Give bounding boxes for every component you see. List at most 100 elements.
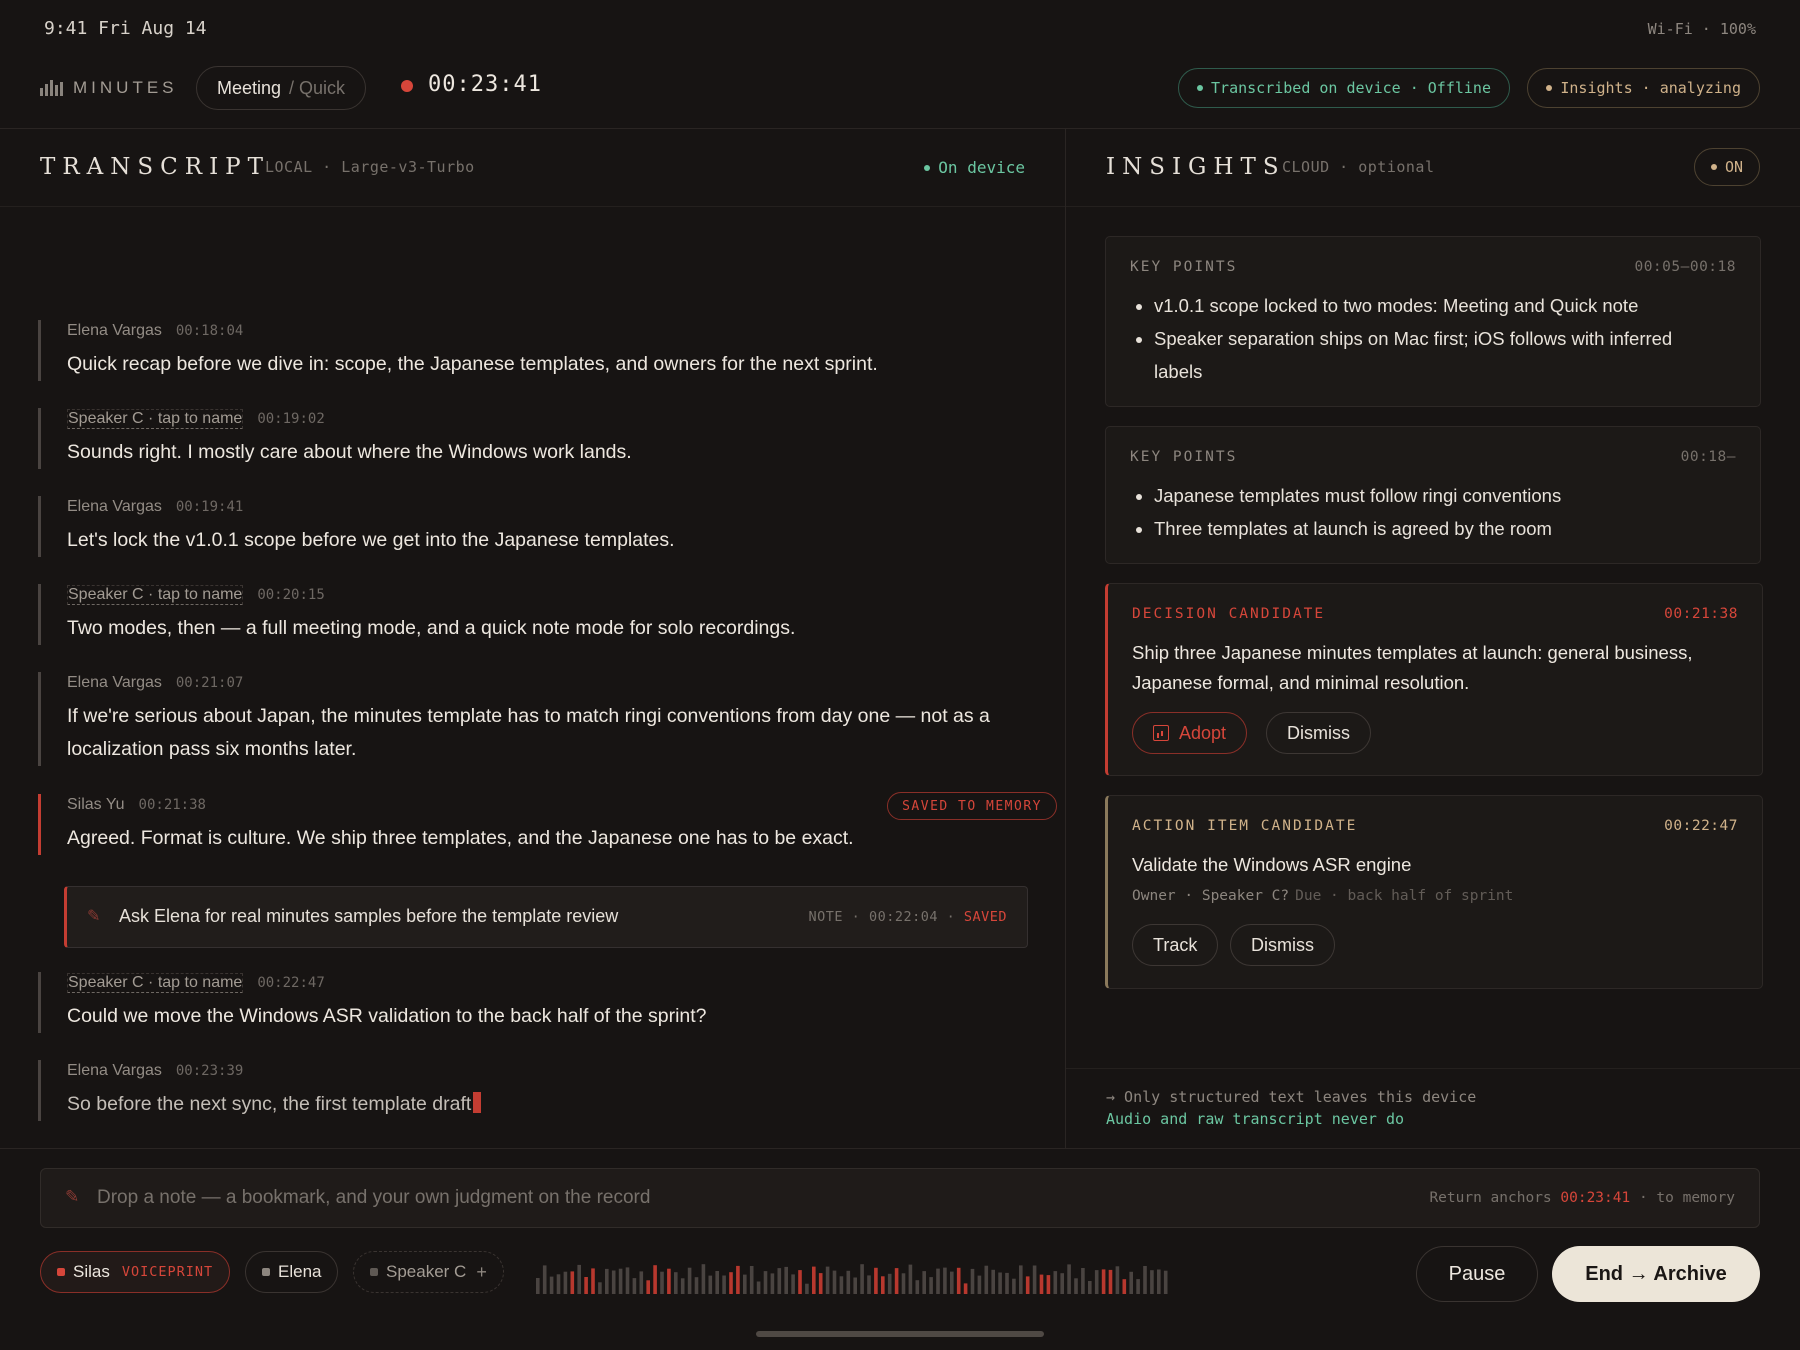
transcript-utterance[interactable]: Elena Vargas 00:18:04 Quick recap before … — [38, 320, 1057, 381]
transcript-utterance[interactable]: Speaker C · tap to name 00:22:47 Could we… — [38, 972, 1057, 1033]
end-archive-button[interactable]: End → Archive — [1552, 1246, 1760, 1302]
add-speaker-icon[interactable]: + — [476, 1262, 487, 1283]
live-utterance-text: So before the next sync, the first templ… — [67, 1088, 1057, 1121]
transcript-title: TRANSCRIPT — [40, 154, 270, 180]
waveform-bar — [722, 1275, 726, 1294]
unnamed-speaker-label[interactable]: Speaker C · tap to name — [67, 973, 244, 993]
insights-mode: CLOUD · optional — [1282, 158, 1435, 176]
waveform-bar — [1150, 1270, 1154, 1294]
key-point: Japanese templates must follow ringi con… — [1154, 479, 1720, 512]
waveform-bar — [894, 1268, 899, 1294]
waveform-bar — [639, 1271, 644, 1294]
waveform-bar — [818, 1273, 823, 1294]
waveform-bar — [680, 1278, 685, 1294]
waveform-bar — [549, 1276, 554, 1294]
utterance-text: Quick recap before we dive in: scope, th… — [67, 353, 878, 375]
adopt-button[interactable]: Adopt — [1132, 712, 1248, 754]
note-meta: NOTE · 00:22:04 · SAVED — [809, 909, 1007, 925]
waveform-bar — [970, 1268, 975, 1294]
waveform-bar — [998, 1272, 1002, 1294]
waveform-bar — [743, 1274, 747, 1294]
utterance-text: Two modes, then — a full meeting mode, a… — [67, 617, 796, 639]
mode-meeting[interactable]: Meeting — [217, 78, 281, 99]
transcript-utterance[interactable]: Speaker C · tap to name 00:19:02 Sounds r… — [38, 408, 1057, 469]
waveform-bar — [881, 1276, 885, 1294]
unnamed-speaker-label[interactable]: Speaker C · tap to name — [67, 585, 244, 605]
mode-switcher[interactable]: Meeting / Quick — [196, 66, 367, 110]
waveform-bar — [915, 1280, 920, 1294]
on-device-indicator: On device — [924, 158, 1025, 177]
brand: MINUTES — [40, 78, 178, 98]
hint-timestamp: 00:23:41 — [1560, 1190, 1631, 1206]
waveform-bar — [536, 1278, 540, 1294]
transcript-utterance[interactable]: Elena Vargas 00:19:41 Let's lock the v1.0… — [38, 496, 1057, 557]
privacy-notice: → Only structured text leaves this devic… — [1066, 1068, 1800, 1149]
waveform-bar — [1012, 1278, 1016, 1294]
speaker-name[interactable]: Elena Vargas — [67, 322, 162, 340]
transcript-utterance[interactable]: Speaker C · tap to name 00:20:15 Two mode… — [38, 584, 1057, 645]
speaker-name[interactable]: Elena Vargas — [67, 498, 162, 516]
waveform-bar — [812, 1266, 816, 1294]
waveform-bar — [1157, 1269, 1161, 1294]
note-text: Ask Elena for real minutes samples befor… — [119, 906, 619, 926]
waveform-bar — [1122, 1279, 1127, 1294]
track-button[interactable]: Track — [1132, 924, 1219, 966]
recording-dot-icon — [401, 80, 413, 92]
waveform-bar — [777, 1268, 782, 1294]
decision-text: Ship three Japanese minutes templates at… — [1132, 642, 1693, 693]
waveform-bar — [963, 1283, 968, 1294]
waveform-bar — [611, 1270, 616, 1294]
hint-prefix: Return anchors — [1429, 1190, 1552, 1206]
panel-divider — [1065, 128, 1066, 1148]
waveform-bar — [591, 1268, 595, 1294]
note-composer-input[interactable]: ✎ Drop a note — a bookmark, and your own… — [40, 1168, 1760, 1228]
unnamed-speaker-label[interactable]: Speaker C · tap to name — [67, 409, 244, 429]
speaker-name[interactable]: Silas Yu — [67, 796, 125, 814]
home-indicator[interactable] — [756, 1331, 1044, 1337]
action-item-meta: Owner · Speaker C? Due · back half of spr… — [1132, 888, 1513, 904]
composer-hint: Return anchors 00:23:41 · to memory — [1429, 1190, 1735, 1206]
waveform-bar — [715, 1271, 719, 1294]
card-timestamp: 00:05–00:18 — [1634, 259, 1736, 275]
dismiss-decision-button[interactable]: Dismiss — [1266, 712, 1371, 754]
insights-toggle[interactable]: ON — [1693, 148, 1760, 186]
saved-to-memory-badge: SAVED TO MEMORY — [887, 792, 1057, 820]
card-label: KEY POINTS — [1130, 259, 1238, 275]
waveform-bar — [991, 1269, 995, 1294]
speaker-chip-elena[interactable]: Elena — [245, 1251, 339, 1293]
transcript-utterance-saved[interactable]: Silas Yu 00:21:38 Agreed. Format is cultu… — [38, 792, 1057, 855]
status-dot-icon — [1710, 164, 1717, 170]
waveform-bar — [749, 1266, 754, 1294]
waveform-bar — [701, 1264, 706, 1294]
speaker-name[interactable]: Elena Vargas — [67, 1062, 162, 1080]
waveform-bar — [563, 1271, 568, 1294]
waveform-bar — [908, 1264, 913, 1294]
waveform-bar — [977, 1275, 982, 1294]
mode-quick[interactable]: / Quick — [289, 78, 345, 99]
waveform-bar — [784, 1266, 788, 1294]
utterance-timestamp: 00:18:04 — [175, 323, 244, 339]
status-dot-icon — [1546, 85, 1553, 91]
waveform-bar — [1143, 1266, 1147, 1294]
waveform-bar — [1101, 1269, 1106, 1294]
card-label: KEY POINTS — [1130, 449, 1238, 465]
pinned-note[interactable]: ✎ Ask Elena for real minutes samples bef… — [64, 886, 1028, 948]
speaker-name[interactable]: Elena Vargas — [67, 674, 162, 692]
speaker-chip-speaker-c[interactable]: Speaker C + — [353, 1251, 504, 1293]
status-dot-icon — [1197, 85, 1204, 91]
key-points-card: KEY POINTS 00:18– Japanese templates must… — [1105, 426, 1761, 564]
transcript-utterance[interactable]: Elena Vargas 00:21:07 If we're serious ab… — [38, 672, 1057, 766]
waveform-bar — [1039, 1274, 1044, 1294]
insights-status-label: Insights · analyzing — [1560, 79, 1741, 97]
transcript-utterance-live[interactable]: Elena Vargas 00:23:39 So before the next … — [38, 1060, 1057, 1121]
utterance-timestamp: 00:19:41 — [175, 499, 244, 515]
waveform-bar — [653, 1265, 657, 1294]
note-timestamp: NOTE · 00:22:04 · — [808, 909, 956, 925]
speaker-chip-silas[interactable]: Silas VOICEPRINT — [40, 1251, 231, 1293]
waveform-bar — [1163, 1270, 1168, 1294]
waveform-bar — [936, 1268, 940, 1294]
pause-button[interactable]: Pause — [1416, 1246, 1538, 1302]
dismiss-action-button[interactable]: Dismiss — [1230, 924, 1335, 966]
waveform-bar — [694, 1277, 699, 1294]
hint-suffix: · to memory — [1638, 1190, 1735, 1206]
